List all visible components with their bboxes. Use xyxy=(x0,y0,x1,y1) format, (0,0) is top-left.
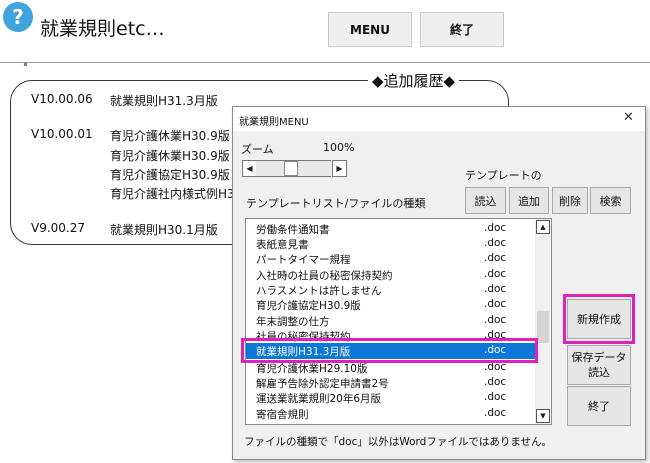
arrow-left-icon[interactable]: ◀ xyxy=(242,160,257,177)
menu-dialog: 就業規則MENU ✕ ズーム 100% ◀ ▶ テンプレートの テンプレートリス… xyxy=(232,106,646,460)
list-item[interactable]: パートタイマー規程 .doc xyxy=(246,251,535,266)
file-ext: .doc xyxy=(484,283,507,295)
read-button[interactable]: 読込 xyxy=(465,187,506,214)
file-ext: .doc xyxy=(484,407,507,419)
history-item: 就業規則H31.3月版 xyxy=(110,94,218,108)
history-version: V10.00.06 xyxy=(31,92,93,106)
close-icon[interactable]: ✕ xyxy=(623,110,634,125)
history-item: 育児介護協定H30.9版 xyxy=(110,168,230,182)
zoom-label: ズーム xyxy=(241,143,274,156)
list-item[interactable]: 入社時の社員の秘密保持契約 .doc xyxy=(246,267,535,282)
list-item[interactable]: 解雇予告除外認定申請書2号 .doc xyxy=(246,375,535,390)
arrow-up-icon[interactable]: ▲ xyxy=(536,220,550,234)
save-data-load-button[interactable]: 保存データ 読込 xyxy=(567,345,631,385)
history-version: V10.00.01 xyxy=(31,127,93,141)
file-name: 表紙意見書 xyxy=(256,239,309,251)
end-button[interactable]: 終了 xyxy=(420,12,504,47)
file-name: パートタイマー規程 xyxy=(256,254,351,266)
template-list[interactable]: 労働条件通知書 .doc 表紙意見書 .doc パートタイマー規程 .doc 入社時の… xyxy=(245,218,552,425)
save-button-label-line1: 保存データ xyxy=(571,351,627,364)
file-ext: .doc xyxy=(484,237,507,249)
close-button[interactable]: 終了 xyxy=(567,386,631,426)
selection-highlight xyxy=(241,338,538,363)
list-item[interactable]: 育児介護協定H30.9版 .doc xyxy=(246,297,535,312)
history-item: 育児介護休業H30.9版 xyxy=(110,129,230,143)
delete-button[interactable]: 削除 xyxy=(552,187,588,214)
save-button-label-line2: 読込 xyxy=(588,366,610,379)
history-item: 育児介護社内様式例H30 xyxy=(110,187,243,201)
file-name: 解雇予告除外認定申請書2号 xyxy=(256,378,389,390)
file-name: 寄宿舎規則 xyxy=(256,409,309,421)
zoom-value: 100% xyxy=(323,141,355,154)
list-item[interactable]: 年末調整の仕方 .doc xyxy=(246,313,535,328)
list-item[interactable]: 寄宿舎規則 .doc xyxy=(246,406,535,421)
list-item[interactable]: 労働条件通知書 .doc xyxy=(246,221,535,236)
file-name: 育児介護休業H29.10版 xyxy=(256,363,368,375)
cell-marker xyxy=(24,62,27,66)
list-label: テンプレートリスト/ファイルの種類 xyxy=(246,197,426,210)
zoom-slider-thumb[interactable] xyxy=(284,161,298,176)
file-name: 入社時の社員の秘密保持契約 xyxy=(256,270,393,282)
file-ext: .doc xyxy=(484,222,507,234)
file-name: 運送業就業規則20年6月版 xyxy=(256,393,382,405)
menu-button[interactable]: MENU xyxy=(328,12,412,47)
header-divider xyxy=(0,62,650,63)
file-name: ハラスメントは許しません xyxy=(256,285,382,297)
add-button[interactable]: 追加 xyxy=(509,187,549,214)
search-button[interactable]: 検索 xyxy=(590,187,631,214)
history-version: V9.00.27 xyxy=(31,221,86,235)
dialog-title: 就業規則MENU xyxy=(239,117,309,128)
file-type-note: ファイルの種類で「doc」以外はWordファイルではありません。 xyxy=(244,436,553,448)
file-ext: .doc xyxy=(484,391,507,403)
file-name: 育児介護協定H30.9版 xyxy=(256,300,361,312)
file-ext: .doc xyxy=(484,298,507,310)
file-ext: .doc xyxy=(484,376,507,388)
history-item: 育児介護休業H30.9版 xyxy=(110,149,230,163)
app-title: 就業規則etc… xyxy=(40,18,165,40)
arrow-down-icon[interactable]: ▼ xyxy=(536,409,550,423)
help-icon[interactable]: ? xyxy=(3,2,33,32)
file-name: 労働条件通知書 xyxy=(256,224,330,236)
scrollbar-thumb[interactable] xyxy=(537,311,549,343)
file-ext: .doc xyxy=(484,314,507,326)
file-name: 年末調整の仕方 xyxy=(256,316,330,328)
history-item: 就業規則H30.1月版 xyxy=(110,223,218,237)
file-ext: .doc xyxy=(484,252,507,264)
list-item[interactable]: 表紙意見書 .doc xyxy=(246,236,535,251)
history-title: ◆追加履歴◆ xyxy=(368,70,460,91)
arrow-right-icon[interactable]: ▶ xyxy=(332,160,347,177)
new-button-highlight xyxy=(563,294,635,344)
list-item[interactable]: ハラスメントは許しません .doc xyxy=(246,282,535,297)
template-label: テンプレートの xyxy=(465,169,542,182)
list-item[interactable]: 運送業就業規則20年6月版 .doc xyxy=(246,390,535,405)
file-ext: .doc xyxy=(484,268,507,280)
